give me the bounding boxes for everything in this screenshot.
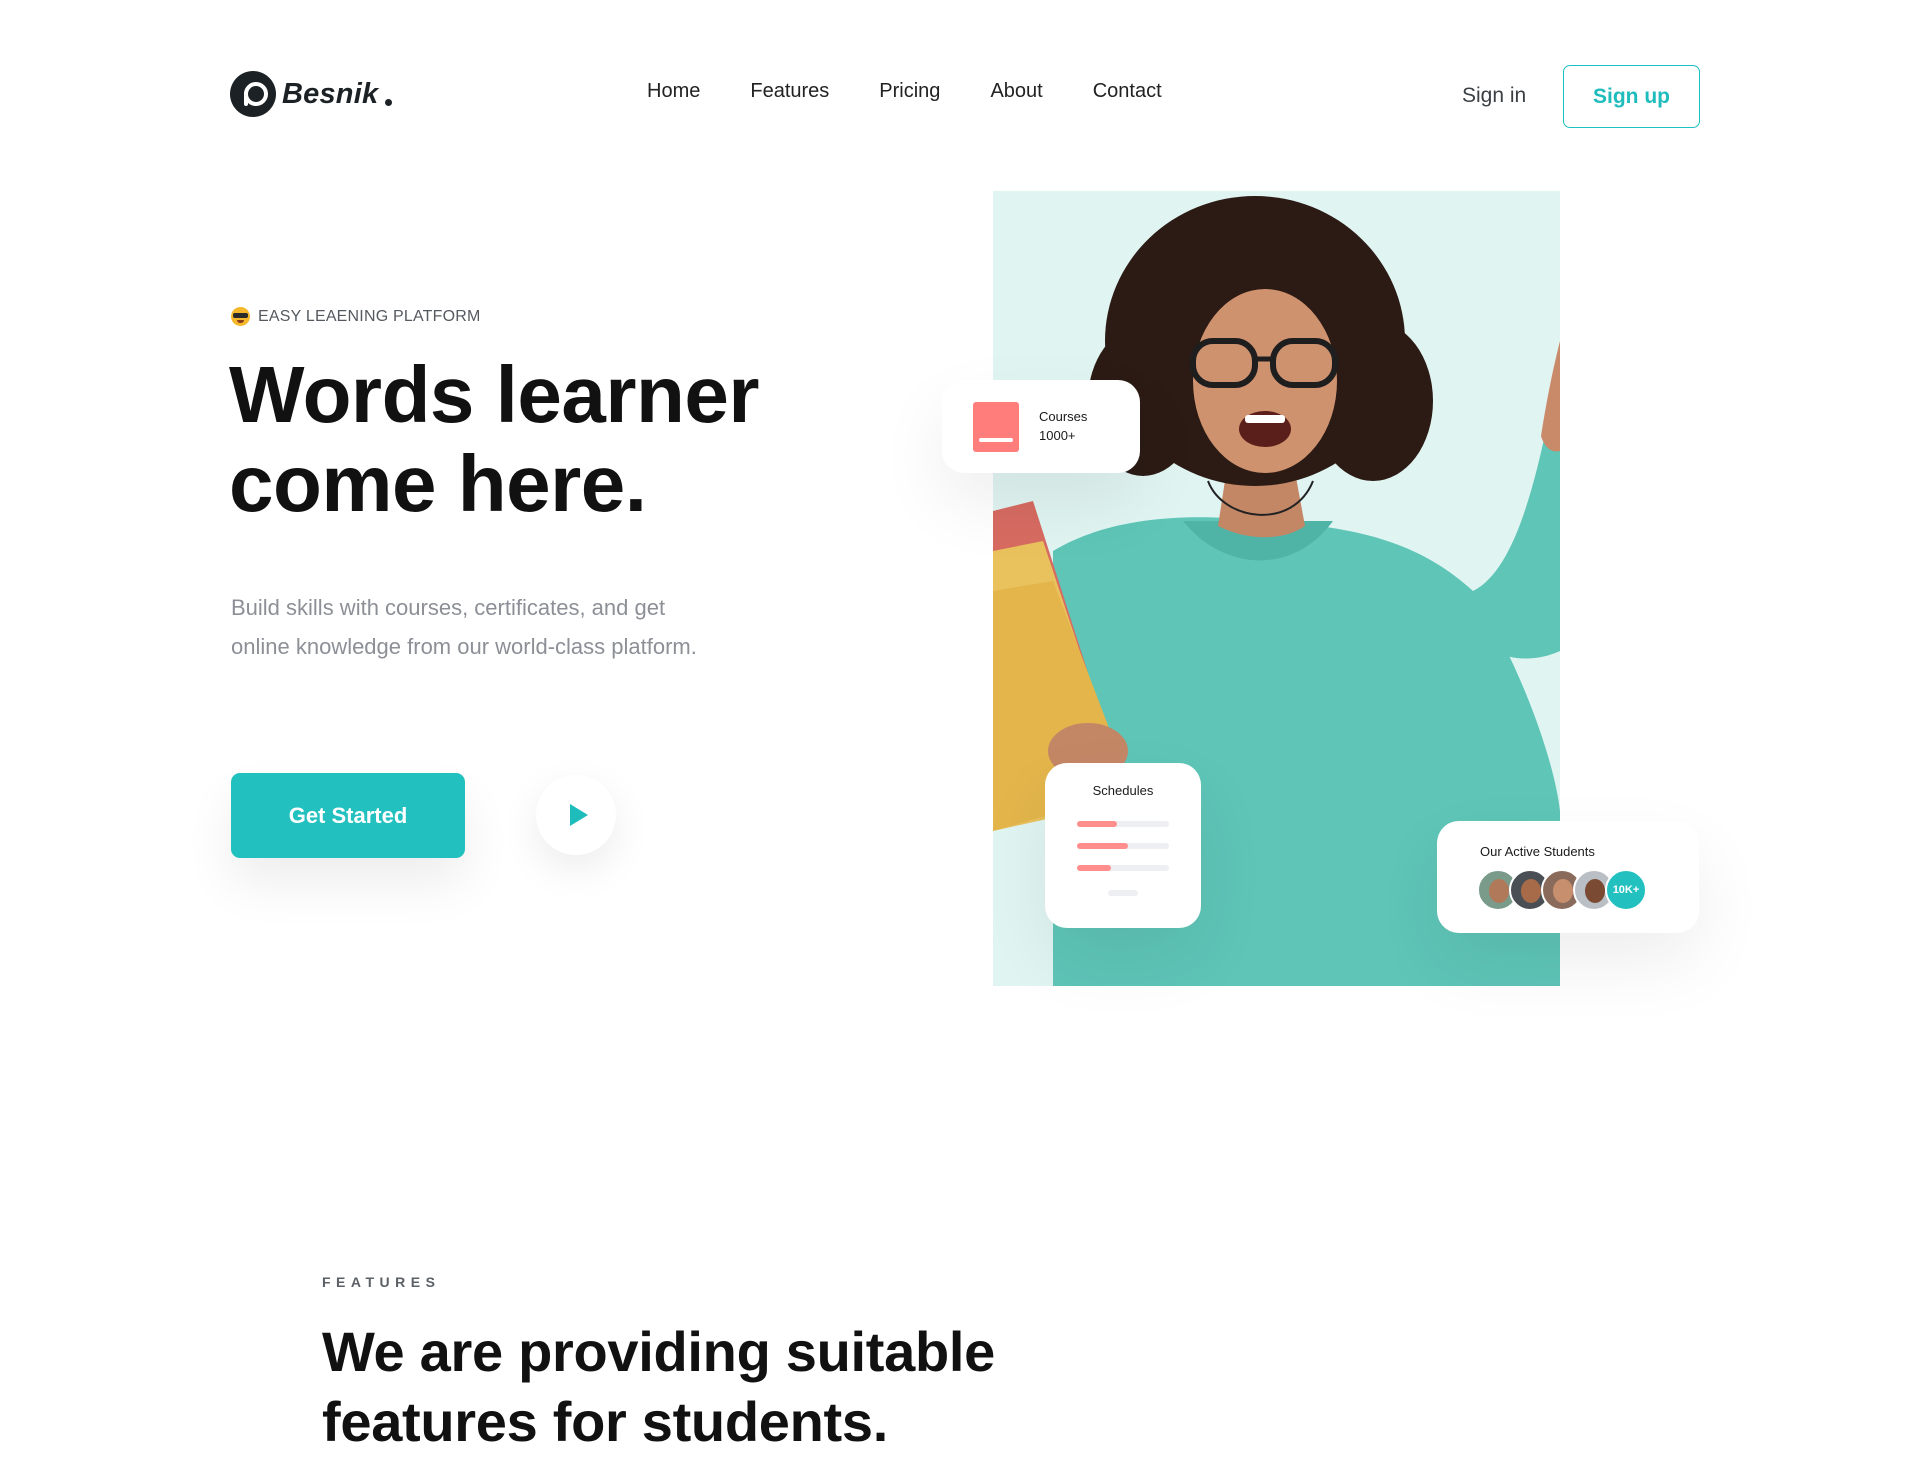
nav-contact[interactable]: Contact	[1093, 80, 1162, 103]
features-title-line-1: We are providing suitable	[322, 1320, 995, 1383]
avatar-face	[1489, 879, 1509, 903]
avatar-face	[1521, 879, 1541, 903]
hero-title-line-1: Words learner	[229, 350, 759, 439]
main-nav: Home Features Pricing About Contact	[647, 80, 1162, 103]
logo-dot	[385, 98, 393, 106]
schedules-label: Schedules	[1092, 783, 1154, 798]
features-title: We are providing suitable features for s…	[322, 1317, 1142, 1457]
hero-title: Words learner come here.	[229, 350, 849, 528]
nav-about[interactable]: About	[990, 80, 1042, 103]
schedule-bar-placeholder	[1108, 890, 1138, 896]
logo[interactable]: Besnik	[230, 71, 393, 117]
avatar-face	[1553, 879, 1573, 903]
schedule-bar-2	[1077, 843, 1169, 849]
play-icon	[569, 804, 588, 826]
schedule-bar-2-fill	[1077, 843, 1128, 849]
logo-icon	[230, 71, 276, 117]
active-students-card: Our Active Students 10K+	[1437, 821, 1699, 933]
student-count-badge: 10K+	[1605, 869, 1647, 911]
book-icon	[973, 402, 1019, 452]
features-eyebrow: FEATURES	[322, 1274, 441, 1290]
play-video-button[interactable]	[536, 775, 616, 855]
courses-label: Courses	[1039, 409, 1088, 424]
logo-text: Besnik	[282, 77, 379, 110]
get-started-button[interactable]: Get Started	[231, 773, 465, 858]
schedule-bar-1	[1077, 821, 1169, 827]
hero-eyebrow-text: EASY LEAENING PLATFORM	[258, 307, 481, 325]
nav-home[interactable]: Home	[647, 80, 700, 103]
sign-up-button[interactable]: Sign up	[1563, 65, 1700, 128]
active-students-label: Our Active Students	[1480, 844, 1595, 859]
sunglasses-emoji-icon	[231, 307, 250, 326]
sign-in-link[interactable]: Sign in	[1462, 84, 1526, 108]
schedule-bar-3-fill	[1077, 865, 1112, 871]
schedule-bar-3	[1077, 865, 1169, 871]
nav-features[interactable]: Features	[750, 80, 829, 103]
schedule-bar-1-fill	[1077, 821, 1117, 827]
avatar-face	[1585, 879, 1605, 903]
nav-pricing[interactable]: Pricing	[879, 80, 940, 103]
courses-count: 1000+	[1039, 428, 1076, 443]
features-title-line-2: features for students.	[322, 1390, 888, 1453]
hero-description: Build skills with courses, certificates,…	[231, 595, 697, 659]
hero-eyebrow: EASY LEAENING PLATFORM	[231, 307, 481, 326]
site-header: Besnik Home Features Pricing About Conta…	[0, 0, 1920, 192]
hero-title-line-2: come here.	[229, 439, 647, 528]
schedules-card: Schedules	[1045, 763, 1201, 928]
courses-card: Courses 1000+	[942, 380, 1140, 473]
